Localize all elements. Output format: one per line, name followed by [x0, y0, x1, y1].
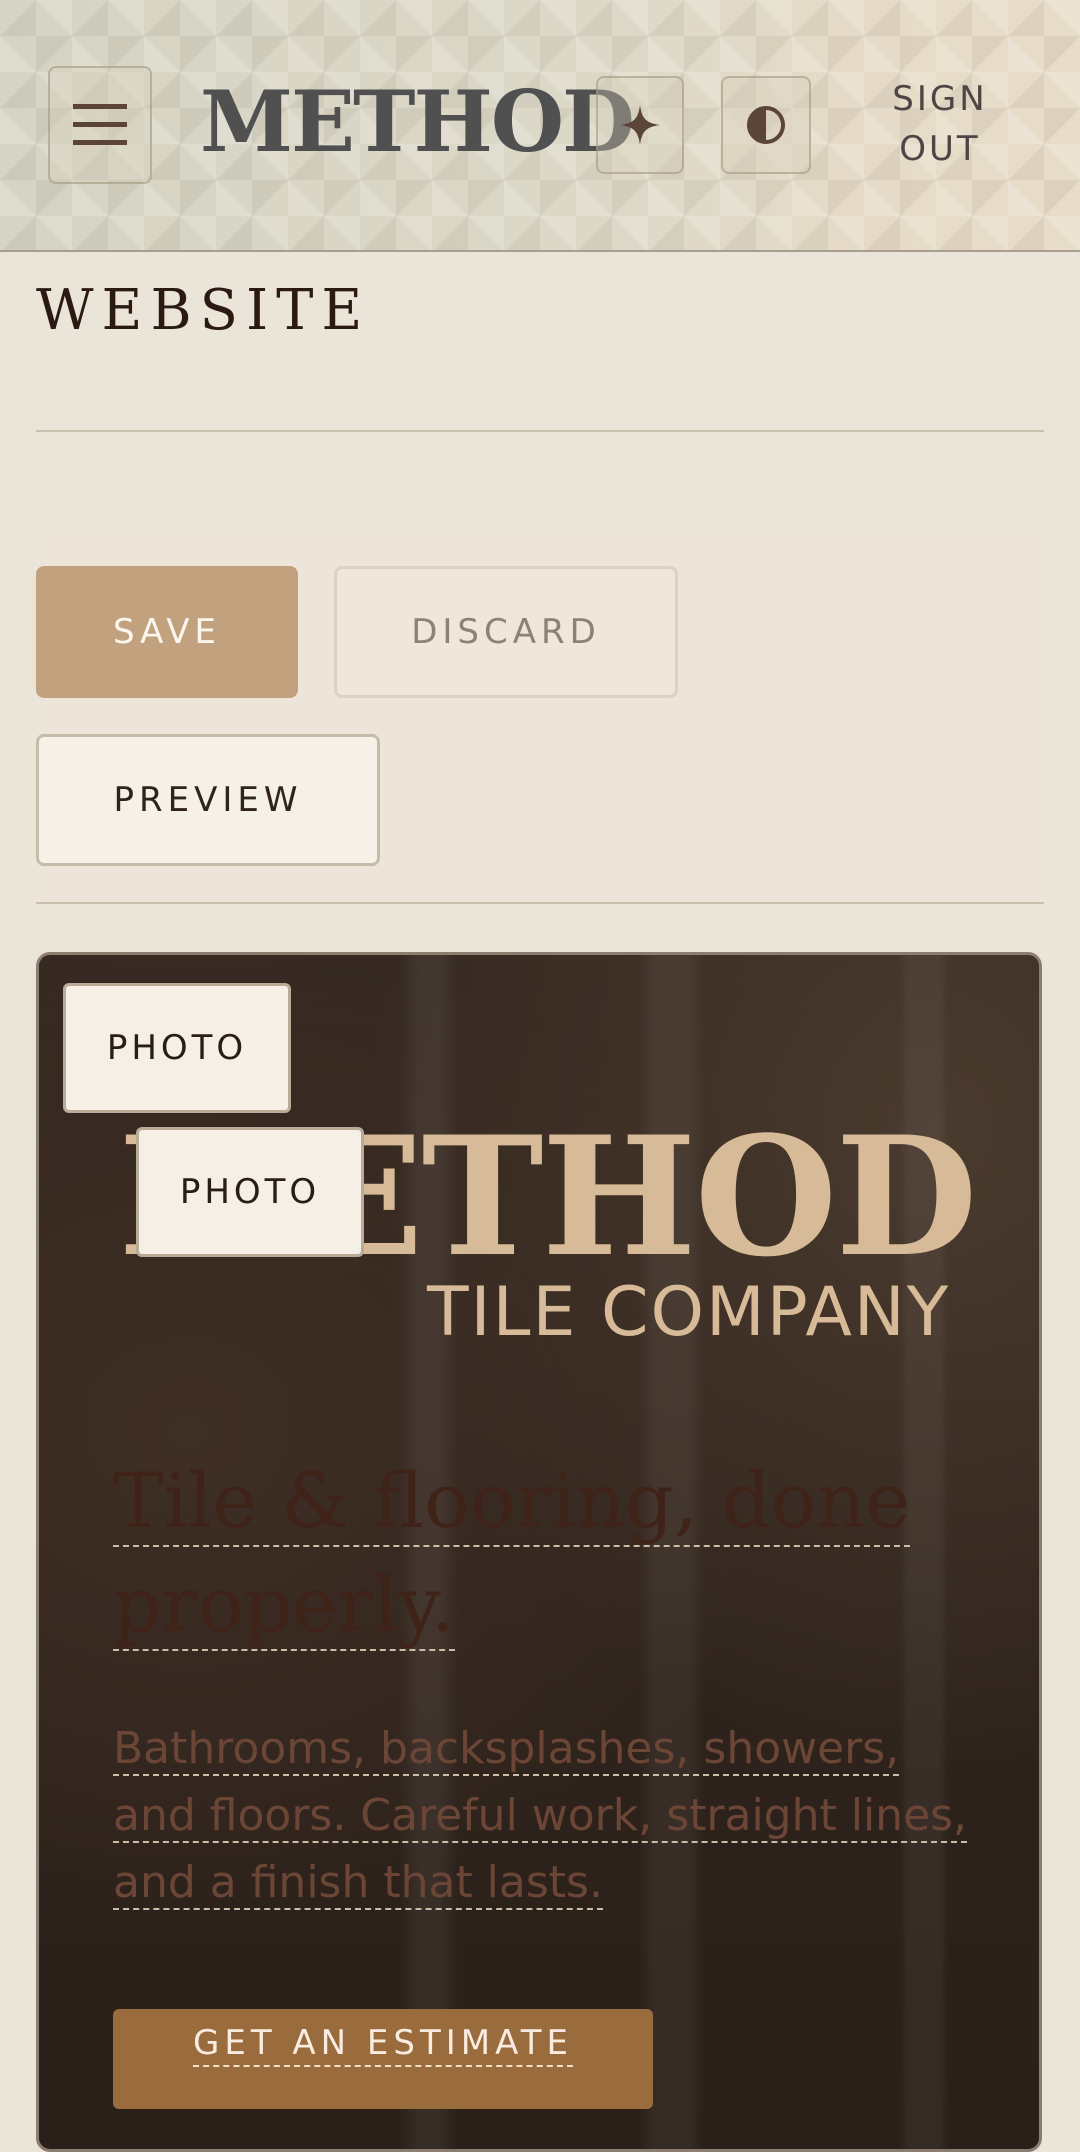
hamburger-icon — [73, 104, 127, 145]
discard-button[interactable]: DISCARD — [334, 566, 678, 698]
contrast-icon — [747, 106, 785, 144]
photo-button-logo[interactable]: PHOTO — [136, 1127, 364, 1257]
app-header: METHOD SIGN OUT — [0, 0, 1080, 252]
sign-out-line-1: SIGN — [892, 79, 988, 119]
get-estimate-label[interactable]: GET AN ESTIMATE — [193, 2023, 573, 2067]
actions-divider — [36, 902, 1044, 904]
photo-button-background[interactable]: PHOTO — [63, 983, 291, 1113]
save-button[interactable]: SAVE — [36, 566, 298, 698]
sparkle-button[interactable] — [596, 76, 684, 174]
hero-body-text[interactable]: Bathrooms, backsplashes, showers, and fl… — [113, 1723, 968, 1910]
sign-out-link[interactable]: SIGN OUT — [868, 74, 1012, 174]
menu-button[interactable] — [48, 66, 152, 184]
hero-body[interactable]: Bathrooms, backsplashes, showers, and fl… — [113, 1715, 973, 1916]
hero-preview: PHOTO PHOTO METHOD TILE COMPANY Tile & f… — [36, 952, 1042, 2152]
sparkle-icon — [620, 105, 660, 145]
hero-headline-text[interactable]: Tile & flooring, done properly. — [113, 1456, 911, 1651]
app-logo[interactable]: METHOD — [200, 72, 635, 172]
page-title: WEBSITE — [36, 278, 371, 343]
hero-headline[interactable]: Tile & flooring, done properly. — [113, 1449, 913, 1657]
preview-button[interactable]: PREVIEW — [36, 734, 380, 866]
get-estimate-button[interactable]: GET AN ESTIMATE — [113, 2009, 653, 2109]
contrast-toggle-button[interactable] — [721, 76, 811, 174]
action-bar: SAVE DISCARD PREVIEW — [36, 530, 1044, 902]
sign-out-line-2: OUT — [899, 129, 981, 169]
hero-logo-subtitle: TILE COMPANY — [427, 1273, 951, 1352]
title-divider — [36, 430, 1044, 432]
